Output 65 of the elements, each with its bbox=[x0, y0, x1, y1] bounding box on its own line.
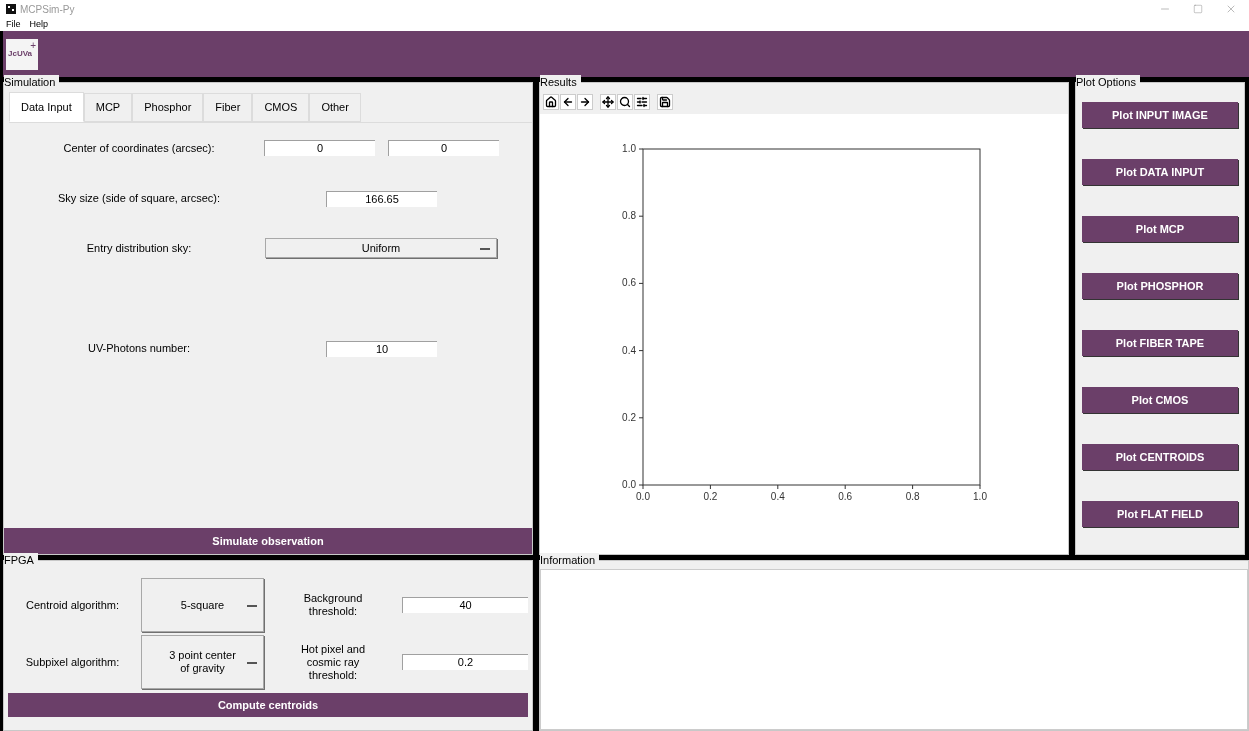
x-tick-label: 0.0 bbox=[636, 491, 650, 502]
text-field[interactable]: 166.65 bbox=[326, 190, 437, 207]
panel-title: FPGA bbox=[4, 553, 38, 567]
dropdown[interactable]: Uniform bbox=[265, 238, 497, 258]
zoom-icon[interactable] bbox=[617, 94, 633, 110]
app-icon bbox=[6, 4, 16, 14]
compute-button[interactable]: Compute centroids bbox=[8, 693, 528, 717]
home-icon[interactable] bbox=[543, 94, 559, 110]
text-field[interactable]: 40 bbox=[402, 597, 528, 613]
plot-button[interactable]: Plot MCP bbox=[1082, 216, 1238, 242]
plot-button[interactable]: Plot INPUT IMAGE bbox=[1082, 102, 1238, 128]
y-tick-label: 1.0 bbox=[622, 143, 636, 154]
sliders-icon[interactable] bbox=[634, 94, 650, 110]
field-label: Hot pixel and cosmic ray threshold: bbox=[299, 642, 367, 682]
y-tick-label: 0.0 bbox=[622, 479, 636, 490]
panel-title: Information bbox=[540, 553, 600, 567]
field-label: Entry distribution sky: bbox=[85, 240, 193, 256]
plot-button[interactable]: Plot DATA INPUT bbox=[1082, 159, 1238, 185]
dropdown[interactable]: 3 point center of gravity bbox=[141, 635, 264, 689]
plot-button[interactable]: Plot FLAT FIELD bbox=[1082, 501, 1238, 527]
back-icon[interactable] bbox=[560, 94, 576, 110]
field-label: UV-Photons number: bbox=[86, 340, 192, 356]
plot-button[interactable]: Plot CENTROIDS bbox=[1082, 444, 1238, 470]
panel-title: Simulation bbox=[4, 75, 60, 89]
x-tick-label: 0.8 bbox=[905, 491, 920, 502]
y-tick-label: 0.2 bbox=[622, 411, 636, 423]
plot-button[interactable]: Plot CMOS bbox=[1082, 387, 1238, 413]
field-label: Centroid algorithm: bbox=[25, 597, 120, 613]
save-icon[interactable] bbox=[657, 94, 673, 110]
dropdown-indicator-icon bbox=[247, 605, 257, 608]
tab[interactable]: MCP bbox=[83, 93, 133, 122]
logo: JcUVa + bbox=[6, 38, 38, 70]
dropdown-indicator-icon bbox=[247, 662, 257, 665]
window-title: MCPSim-Py bbox=[20, 2, 75, 17]
y-tick-label: 0.8 bbox=[622, 210, 636, 222]
pan-icon[interactable] bbox=[600, 94, 616, 110]
x-tick-label: 1.0 bbox=[973, 491, 987, 502]
menu-item[interactable]: Help bbox=[29, 17, 49, 32]
x-tick-label: 0.6 bbox=[838, 491, 853, 502]
plot-button[interactable]: Plot FIBER TAPE bbox=[1082, 330, 1238, 356]
tab[interactable]: Fiber bbox=[203, 93, 253, 122]
tab[interactable]: Data Input bbox=[9, 92, 84, 122]
field-label: Center of coordinates (arcsec): bbox=[62, 140, 216, 156]
x-tick-label: 0.4 bbox=[770, 491, 785, 502]
text-field[interactable]: 10 bbox=[326, 340, 437, 357]
panel-title: Plot Options bbox=[1076, 75, 1140, 89]
text-field[interactable]: 0 bbox=[264, 140, 375, 156]
field-label: Background threshold: bbox=[302, 592, 364, 618]
tab[interactable]: CMOS bbox=[252, 93, 310, 122]
tab[interactable]: Phosphor bbox=[132, 93, 204, 122]
y-tick-label: 0.4 bbox=[622, 344, 636, 356]
tab[interactable]: Other bbox=[309, 93, 361, 122]
text-field[interactable]: 0 bbox=[388, 140, 499, 156]
forward-icon[interactable] bbox=[577, 94, 593, 110]
panel-title: Results bbox=[540, 75, 581, 89]
text-field[interactable]: 0.2 bbox=[402, 654, 528, 670]
field-label: Subpixel algorithm: bbox=[24, 654, 121, 670]
menu-item[interactable]: File bbox=[6, 17, 21, 32]
y-tick-label: 0.6 bbox=[622, 277, 636, 289]
field-label: Sky size (side of square, arcsec): bbox=[57, 190, 221, 206]
x-tick-label: 0.2 bbox=[703, 491, 718, 502]
plot-button[interactable]: Plot PHOSPHOR bbox=[1082, 273, 1238, 299]
dropdown[interactable]: 5-square bbox=[141, 578, 264, 632]
dropdown-indicator-icon bbox=[480, 248, 490, 251]
simulate-button[interactable]: Simulate observation bbox=[4, 528, 532, 554]
